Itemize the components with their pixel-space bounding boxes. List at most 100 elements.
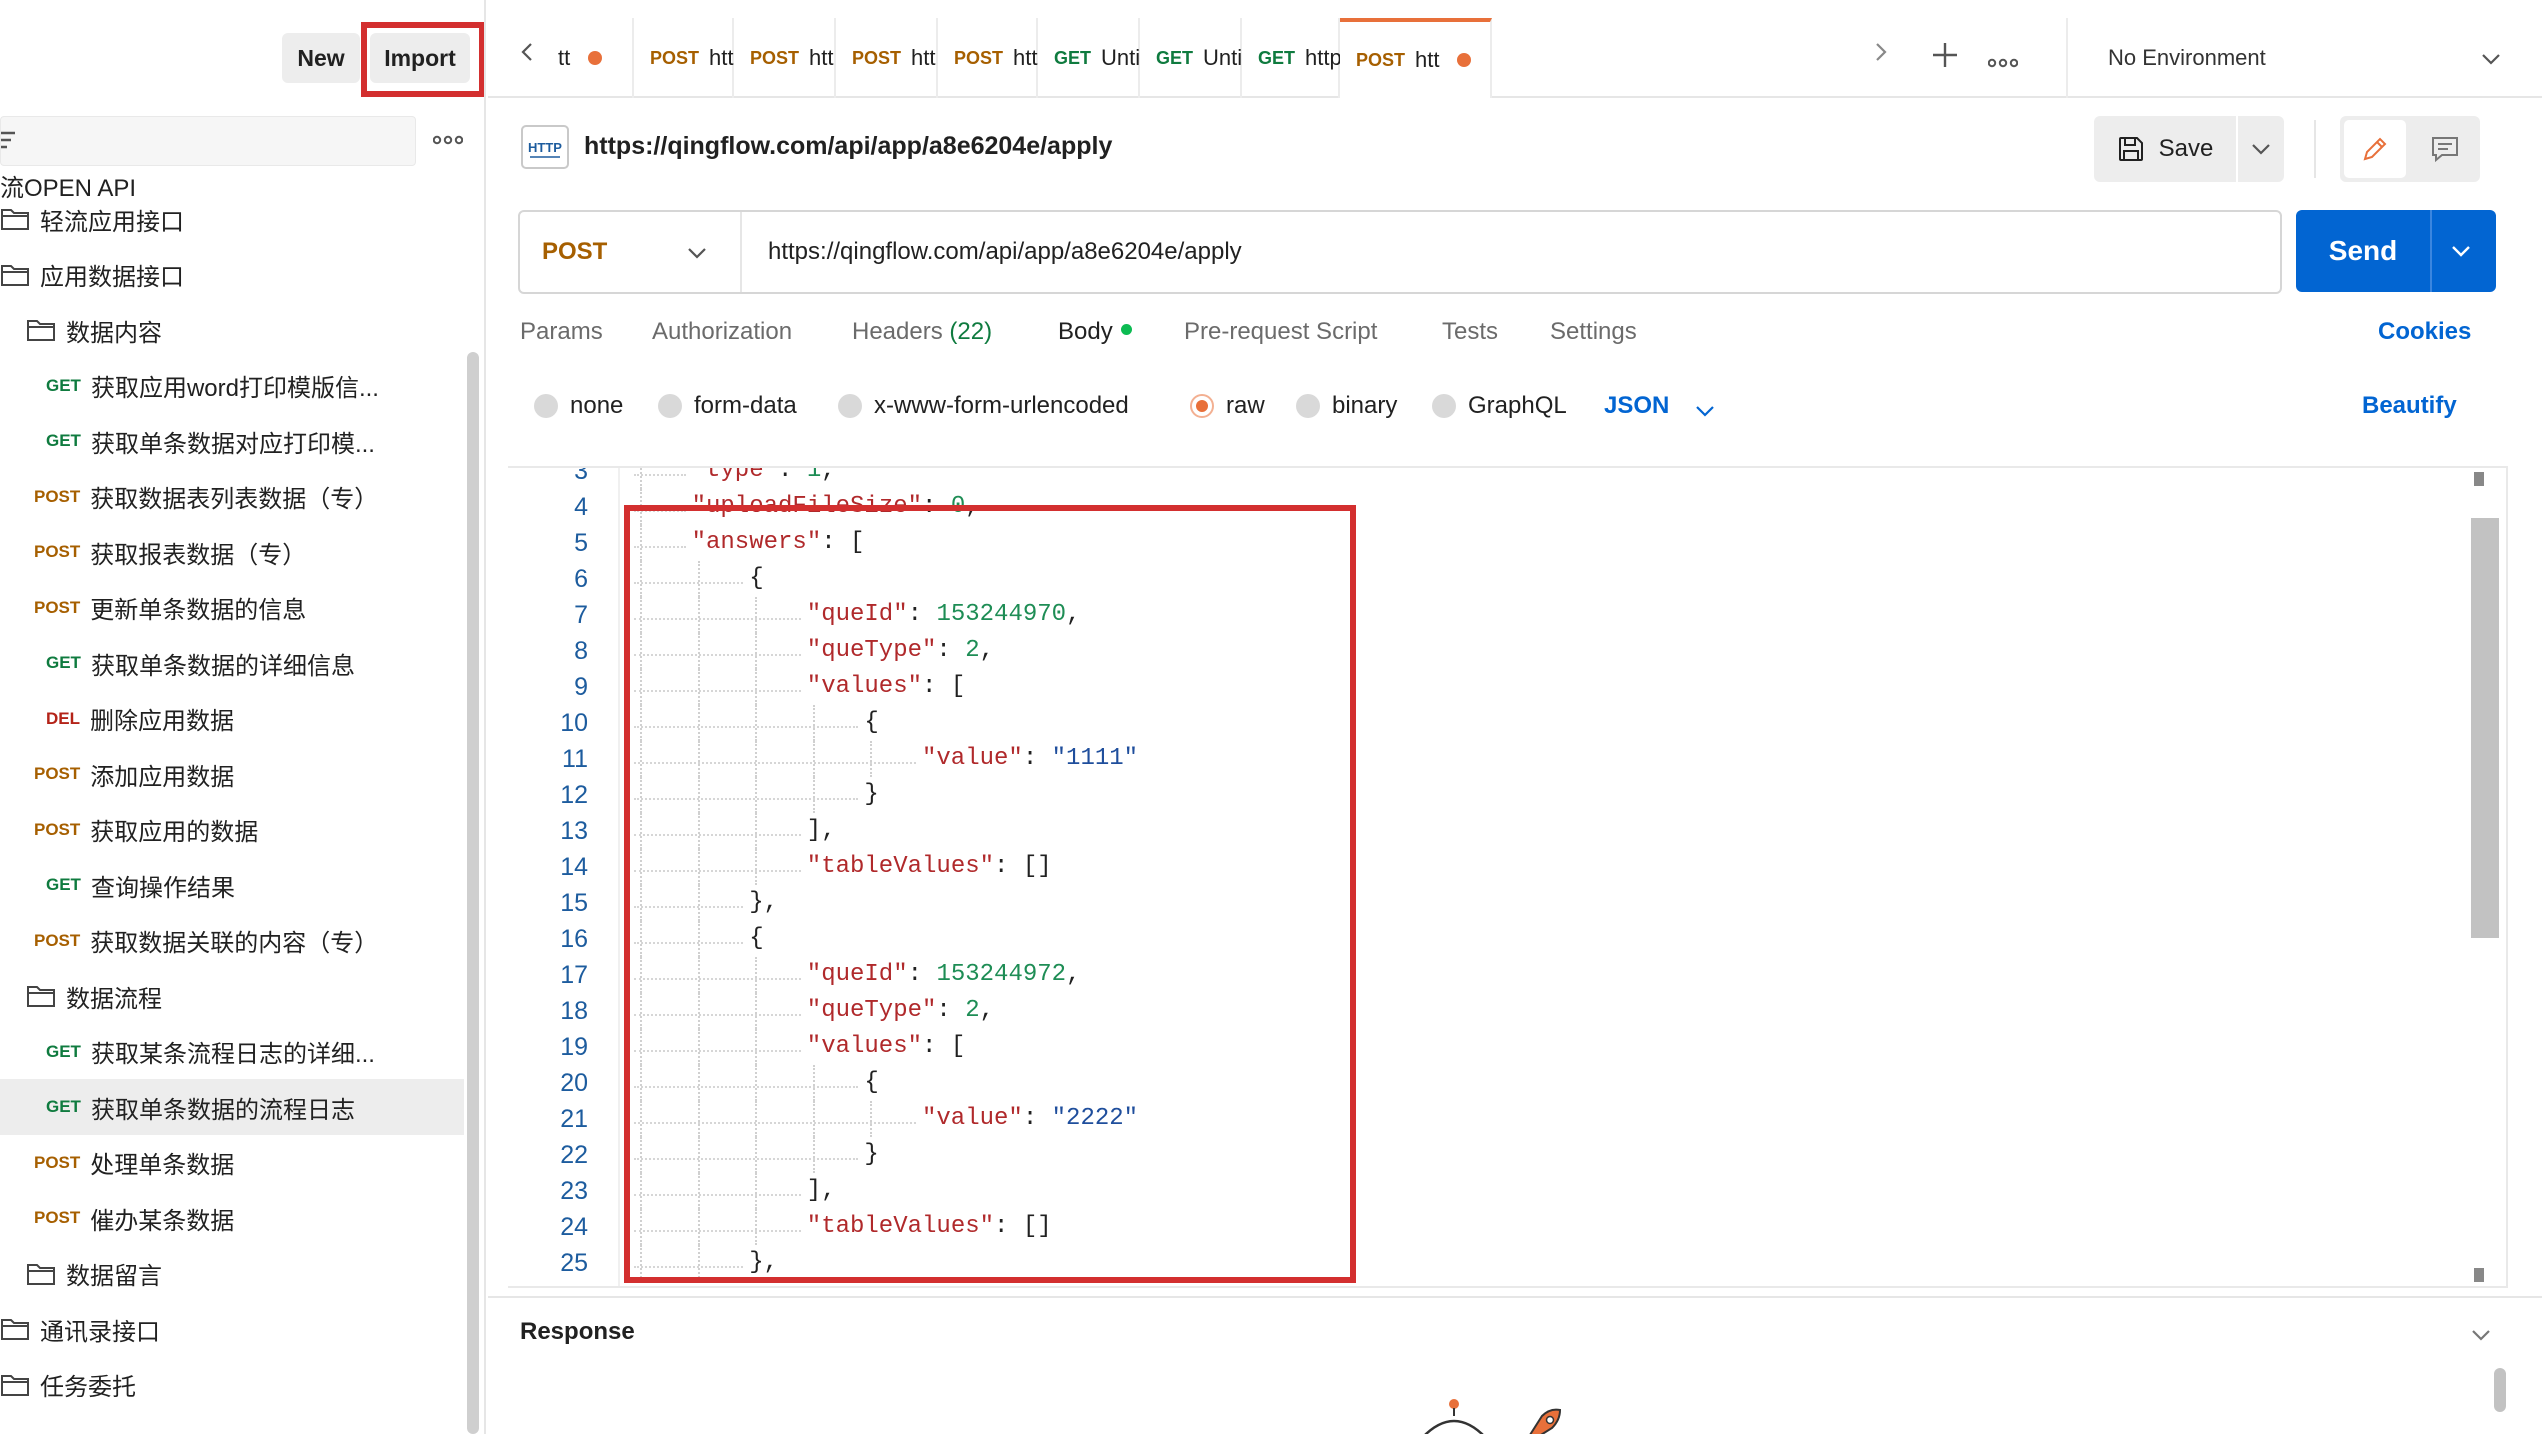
method-badge: GET [46, 653, 81, 672]
radio-graphql[interactable]: GraphQL [1432, 392, 1567, 420]
plus-icon[interactable] [1930, 40, 1960, 70]
astronaut-illustration [1424, 1399, 1562, 1434]
request-tab[interactable]: POST htt [938, 18, 1038, 98]
sidebar-request[interactable]: GET 获取单条数据的流程日志 [0, 1079, 464, 1135]
sidebar-folder[interactable]: 数据内容 [0, 302, 464, 358]
import-highlight-box [361, 22, 484, 97]
chevron-down-icon[interactable] [2250, 138, 2272, 160]
body-status-dot [1120, 324, 1132, 336]
rocket-illustration [1529, 1408, 1562, 1434]
request-tab[interactable]: GET Unti [1038, 18, 1140, 98]
http-icon: HTTP [521, 125, 569, 169]
request-name[interactable]: https://qingflow.com/api/app/a8e6204e/ap… [584, 132, 1112, 161]
save-button[interactable]: Save [2094, 116, 2238, 182]
comment-button[interactable] [2414, 120, 2476, 178]
url-input[interactable] [768, 212, 2268, 292]
code-line: "type": 1, [692, 466, 836, 489]
sidebar-item-label: 获取数据关联的内容（专） [90, 930, 379, 957]
tab-label: htt [809, 45, 834, 70]
request-tab[interactable]: tt [542, 18, 634, 98]
sidebar-request[interactable]: POST 更新单条数据的信息 [0, 580, 464, 636]
chevron-down-icon[interactable] [2470, 1324, 2492, 1346]
sidebar-folder[interactable]: 数据留言 [0, 1246, 464, 1302]
more-horizontal-icon[interactable] [430, 125, 466, 155]
tab-label: htt [709, 45, 734, 70]
sidebar-item-label: 催办某条数据 [90, 1207, 235, 1235]
sidebar-item-label: 处理单条数据 [90, 1152, 235, 1179]
request-tab[interactable]: POST htt [634, 18, 734, 98]
response-title[interactable]: Response [520, 1318, 635, 1346]
radio-raw-label: raw [1226, 392, 1265, 419]
send-button[interactable]: Send [2296, 210, 2432, 292]
sidebar-request[interactable]: POST 获取数据表列表数据（专） [0, 469, 464, 525]
folder-icon [1, 209, 29, 230]
radio-raw[interactable]: raw [1190, 392, 1265, 420]
scroll-up-arrow[interactable] [2474, 472, 2484, 486]
tab-settings[interactable]: Settings [1550, 318, 1637, 346]
sidebar-request[interactable]: DEL 删除应用数据 [0, 691, 464, 747]
format-select[interactable]: JSON [1604, 392, 1669, 420]
radio-x-www-form-urlencoded[interactable]: x-www-form-urlencoded [838, 392, 1129, 420]
chevron-left-icon[interactable] [516, 40, 540, 64]
radio-form-data[interactable]: form-data [658, 392, 797, 420]
request-tab[interactable]: POST htt [734, 18, 836, 98]
radio-circle [534, 394, 558, 418]
tab-prerequest-script[interactable]: Pre-request Script [1184, 318, 1377, 346]
radio-circle-selected [1190, 394, 1214, 418]
scroll-down-arrow[interactable] [2474, 1268, 2484, 1282]
json-number: 1 [806, 466, 822, 484]
request-tab[interactable]: GET Unti [1140, 18, 1242, 98]
chevron-down-icon[interactable] [2450, 240, 2472, 262]
beautify-link[interactable]: Beautify [2362, 392, 2457, 420]
sidebar-request[interactable]: POST 获取数据关联的内容（专） [0, 913, 464, 969]
folder-icon [27, 986, 55, 1007]
sidebar-search-input[interactable] [0, 116, 416, 166]
sidebar-request[interactable]: POST 催办某条数据 [0, 1190, 464, 1246]
line-number: 4 [574, 493, 588, 521]
sidebar-folder[interactable]: 通讯录接口 [0, 1301, 464, 1357]
sidebar-folder[interactable]: 数据流程 [0, 968, 464, 1024]
sidebar-item-label: 获取单条数据的详细信息 [90, 652, 355, 680]
line-number: 5 [574, 529, 588, 557]
request-tab[interactable]: POST htt [836, 18, 938, 98]
sidebar-request[interactable]: GET 获取应用word打印模版信... [0, 358, 464, 414]
edit-button[interactable] [2344, 120, 2406, 178]
sidebar-scrollbar[interactable] [467, 352, 479, 1434]
sidebar-item-label: 获取应用word打印模版信... [90, 375, 379, 402]
tab-tests[interactable]: Tests [1442, 318, 1498, 346]
sidebar-request[interactable]: GET 查询操作结果 [0, 857, 464, 913]
sidebar-folder[interactable]: 轻流应用接口 [0, 191, 464, 247]
tab-authorization[interactable]: Authorization [652, 318, 792, 346]
cookies-link[interactable]: Cookies [2378, 318, 2471, 346]
radio-binary[interactable]: binary [1296, 392, 1397, 420]
method-select[interactable]: POST [520, 212, 742, 292]
sidebar-request[interactable]: POST 获取报表数据（专） [0, 524, 464, 580]
tab-params[interactable]: Params [520, 318, 603, 346]
sidebar-item-label: 数据留言 [66, 1263, 162, 1290]
radio-none[interactable]: none [534, 392, 623, 420]
sidebar-request[interactable]: GET 获取单条数据对应打印模... [0, 413, 464, 469]
sidebar-folder[interactable]: 任务委托 [0, 1357, 464, 1413]
line-number: 12 [560, 781, 588, 809]
editor-scrollbar[interactable] [2471, 518, 2499, 938]
tab-headers[interactable]: Headers (22) [852, 318, 992, 346]
radio-urlencoded-label: x-www-form-urlencoded [874, 392, 1129, 419]
sidebar-request[interactable]: POST 获取应用的数据 [0, 802, 464, 858]
sidebar-request[interactable]: POST 处理单条数据 [0, 1135, 464, 1191]
indent-guide [640, 468, 642, 489]
line-number: 17 [560, 961, 588, 989]
chevron-down-icon[interactable] [1694, 400, 1716, 422]
sidebar-request[interactable]: GET 获取单条数据的详细信息 [0, 635, 464, 691]
request-tab[interactable]: GET http [1242, 18, 1342, 98]
more-horizontal-icon[interactable] [1987, 44, 2019, 75]
environment-selector[interactable]: No Environment [2066, 18, 2542, 98]
new-button[interactable]: New [282, 33, 360, 83]
sidebar-folder[interactable]: 应用数据接口 [0, 247, 464, 303]
sidebar-request[interactable]: POST 添加应用数据 [0, 746, 464, 802]
response-scrollbar[interactable] [2494, 1368, 2506, 1412]
sidebar-request[interactable]: GET 获取某条流程日志的详细... [0, 1024, 464, 1080]
request-tab[interactable]: POST htt [1340, 18, 1492, 98]
sidebar-item-label: 数据流程 [66, 985, 162, 1013]
chevron-right-icon[interactable] [1868, 40, 1892, 64]
tab-body[interactable]: Body [1058, 318, 1132, 346]
